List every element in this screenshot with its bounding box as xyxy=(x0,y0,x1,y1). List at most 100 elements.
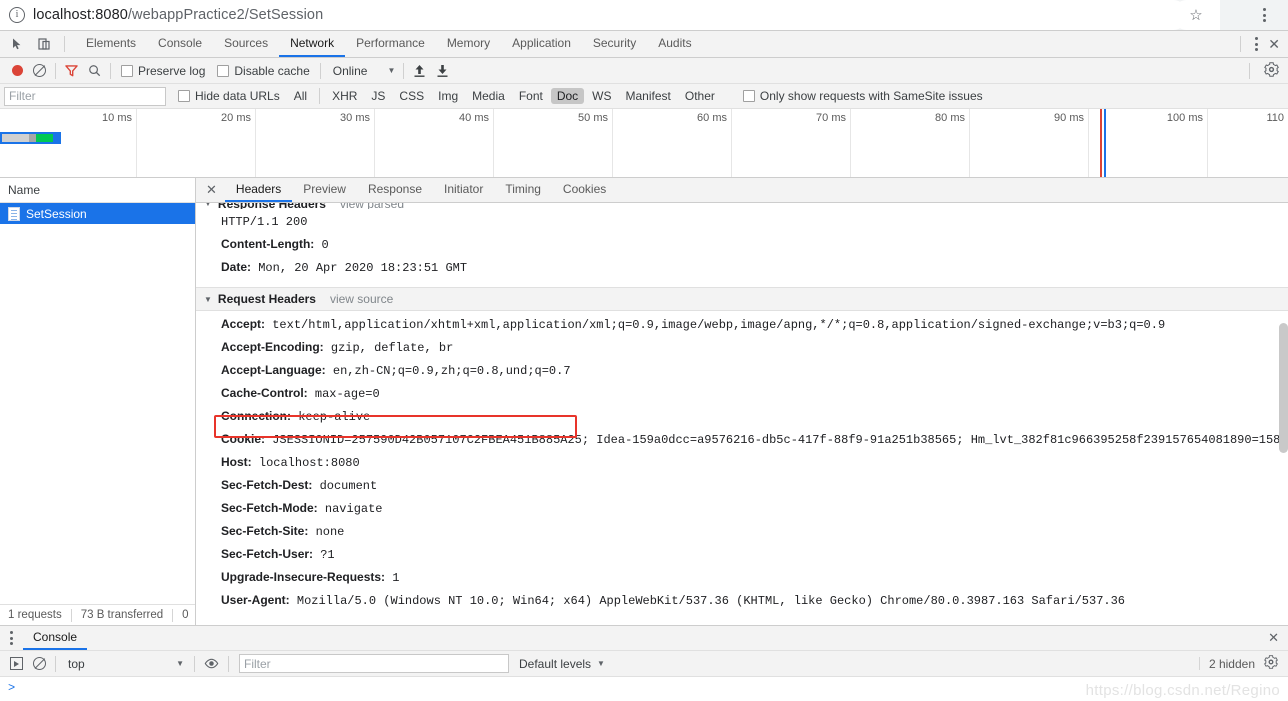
details-tab-response[interactable]: Response xyxy=(357,178,433,202)
checkbox-box xyxy=(121,64,133,77)
info-circle-icon[interactable]: i xyxy=(9,7,25,23)
filter-toggle-button[interactable] xyxy=(60,60,83,82)
live-expression-button[interactable] xyxy=(199,653,224,675)
toggle-device-toolbar-icon[interactable] xyxy=(34,34,54,54)
console-clear-button[interactable] xyxy=(28,653,51,675)
gear-icon xyxy=(1264,61,1279,77)
timeline-tick-60ms: 60 ms xyxy=(697,112,727,124)
request-headers-section-title[interactable]: ▼ Request Headers view source xyxy=(196,287,1288,311)
console-output-area[interactable]: > xyxy=(0,677,1288,701)
request-details-tabbar: ✕ Headers Preview Response Initiator Tim… xyxy=(196,178,1288,203)
inspect-element-icon[interactable] xyxy=(8,34,28,54)
chevron-down-icon: ▼ xyxy=(204,203,212,208)
console-levels-select[interactable]: Default levels ▼ xyxy=(519,657,605,671)
live-expression-icon xyxy=(204,658,219,669)
header-line-host: Host: localhost:8080 xyxy=(196,451,1288,474)
search-button[interactable] xyxy=(83,60,106,82)
view-source-link[interactable]: view source xyxy=(330,292,393,306)
header-line-accept: Accept: text/html,application/xhtml+xml,… xyxy=(196,313,1288,336)
hide-data-urls-checkbox[interactable]: Hide data URLs xyxy=(178,89,280,103)
preserve-log-checkbox[interactable]: Preserve log xyxy=(115,64,211,78)
header-name: Accept-Language: xyxy=(221,363,326,377)
header-value: ?1 xyxy=(320,548,335,562)
divider xyxy=(1249,62,1250,79)
type-filter-xhr[interactable]: XHR xyxy=(326,88,363,104)
export-har-button[interactable] xyxy=(431,60,454,82)
console-execution-context-button[interactable] xyxy=(5,653,28,675)
header-line-upgrade-insecure-requests: Upgrade-Insecure-Requests: 1 xyxy=(196,566,1288,589)
header-line-sec-fetch-site: Sec-Fetch-Site: none xyxy=(196,520,1288,543)
type-filter-font[interactable]: Font xyxy=(513,88,549,104)
network-filter-input[interactable] xyxy=(4,86,166,106)
tab-security[interactable]: Security xyxy=(582,31,647,57)
record-button[interactable] xyxy=(7,60,28,82)
request-row-setsession[interactable]: SetSession xyxy=(0,203,195,224)
drawer-close-icon[interactable]: ✕ xyxy=(1268,626,1288,650)
clear-button[interactable] xyxy=(28,60,51,82)
network-overview-timeline[interactable]: 10 ms 20 ms 30 ms 40 ms 50 ms 60 ms 70 m… xyxy=(0,109,1288,178)
network-settings-button[interactable] xyxy=(1264,61,1279,80)
disable-cache-checkbox[interactable]: Disable cache xyxy=(211,64,315,78)
tab-memory[interactable]: Memory xyxy=(436,31,501,57)
request-list-column-header[interactable]: Name xyxy=(0,178,195,203)
type-filter-media[interactable]: Media xyxy=(466,88,511,104)
header-line: HTTP/1.1 200 xyxy=(196,211,1288,233)
details-tab-cookies[interactable]: Cookies xyxy=(552,178,617,202)
tab-audits[interactable]: Audits xyxy=(647,31,702,57)
devtools-close-icon[interactable]: ✕ xyxy=(1268,37,1280,51)
record-button-icon xyxy=(12,65,23,76)
headers-content: ▼ Response Headers view parsed HTTP/1.1 … xyxy=(196,203,1288,625)
divider xyxy=(110,62,111,79)
header-line-sec-fetch-mode: Sec-Fetch-Mode: navigate xyxy=(196,497,1288,520)
preserve-log-label: Preserve log xyxy=(138,63,206,78)
bookmark-star-button[interactable]: ☆ xyxy=(1172,0,1220,30)
console-filter-input[interactable] xyxy=(239,654,509,673)
waterfall-segment-download xyxy=(53,134,59,142)
address-bar[interactable]: i localhost:8080/webappPractice2/SetSess… xyxy=(0,0,1188,30)
type-filter-img[interactable]: Img xyxy=(432,88,464,104)
details-scrollbar[interactable] xyxy=(1279,323,1288,453)
console-context-select[interactable]: top ▼ xyxy=(60,657,190,671)
tab-sources[interactable]: Sources xyxy=(213,31,279,57)
import-har-button[interactable] xyxy=(408,60,431,82)
tab-application[interactable]: Application xyxy=(501,31,582,57)
type-filter-js[interactable]: JS xyxy=(365,88,391,104)
header-line-cache-control: Cache-Control: max-age=0 xyxy=(196,382,1288,405)
chevron-down-icon: ▼ xyxy=(387,66,396,75)
samesite-issues-checkbox[interactable]: Only show requests with SameSite issues xyxy=(742,89,983,103)
devtools-more-icon[interactable] xyxy=(1255,37,1259,51)
header-value: Mon, 20 Apr 2020 18:23:51 GMT xyxy=(258,261,468,275)
details-tab-initiator[interactable]: Initiator xyxy=(433,178,494,202)
divider xyxy=(172,608,174,622)
details-close-icon[interactable]: ✕ xyxy=(196,178,225,202)
tab-console[interactable]: Console xyxy=(147,31,213,57)
type-filter-ws[interactable]: WS xyxy=(586,88,617,104)
view-parsed-link[interactable]: view parsed xyxy=(340,203,404,209)
tab-label: Response xyxy=(367,182,422,196)
type-filter-manifest[interactable]: Manifest xyxy=(620,88,677,104)
type-filter-doc[interactable]: Doc xyxy=(550,88,585,104)
request-row-name: SetSession xyxy=(26,206,87,221)
timeline-tick-80ms: 80 ms xyxy=(935,112,965,124)
divider xyxy=(228,655,229,672)
console-levels-label: Default levels xyxy=(519,656,592,671)
tab-network[interactable]: Network xyxy=(279,31,346,57)
tab-elements[interactable]: Elements xyxy=(75,31,147,57)
details-tab-preview[interactable]: Preview xyxy=(292,178,357,202)
details-tab-headers[interactable]: Headers xyxy=(224,178,293,202)
hidden-count-label[interactable]: 2 hidden xyxy=(1209,657,1255,671)
checkbox-box xyxy=(217,64,230,77)
details-tab-timing[interactable]: Timing xyxy=(494,178,552,202)
type-filter-all[interactable]: All xyxy=(288,88,313,104)
drawer-tab-console[interactable]: Console xyxy=(23,626,88,650)
tab-label: Headers xyxy=(235,182,282,196)
throttling-select[interactable]: Online ▼ xyxy=(325,64,400,78)
header-value: en,zh-CN;q=0.9,zh;q=0.8,und;q=0.7 xyxy=(332,364,571,378)
tab-performance[interactable]: Performance xyxy=(345,31,436,57)
browser-menu-button[interactable] xyxy=(1254,0,1274,30)
type-filter-css[interactable]: CSS xyxy=(393,88,430,104)
drawer-more-button[interactable] xyxy=(0,626,23,650)
type-filter-other[interactable]: Other xyxy=(679,88,721,104)
timeline-tick-110ms: 110 xyxy=(1266,112,1284,124)
console-settings-button[interactable] xyxy=(1264,655,1278,672)
